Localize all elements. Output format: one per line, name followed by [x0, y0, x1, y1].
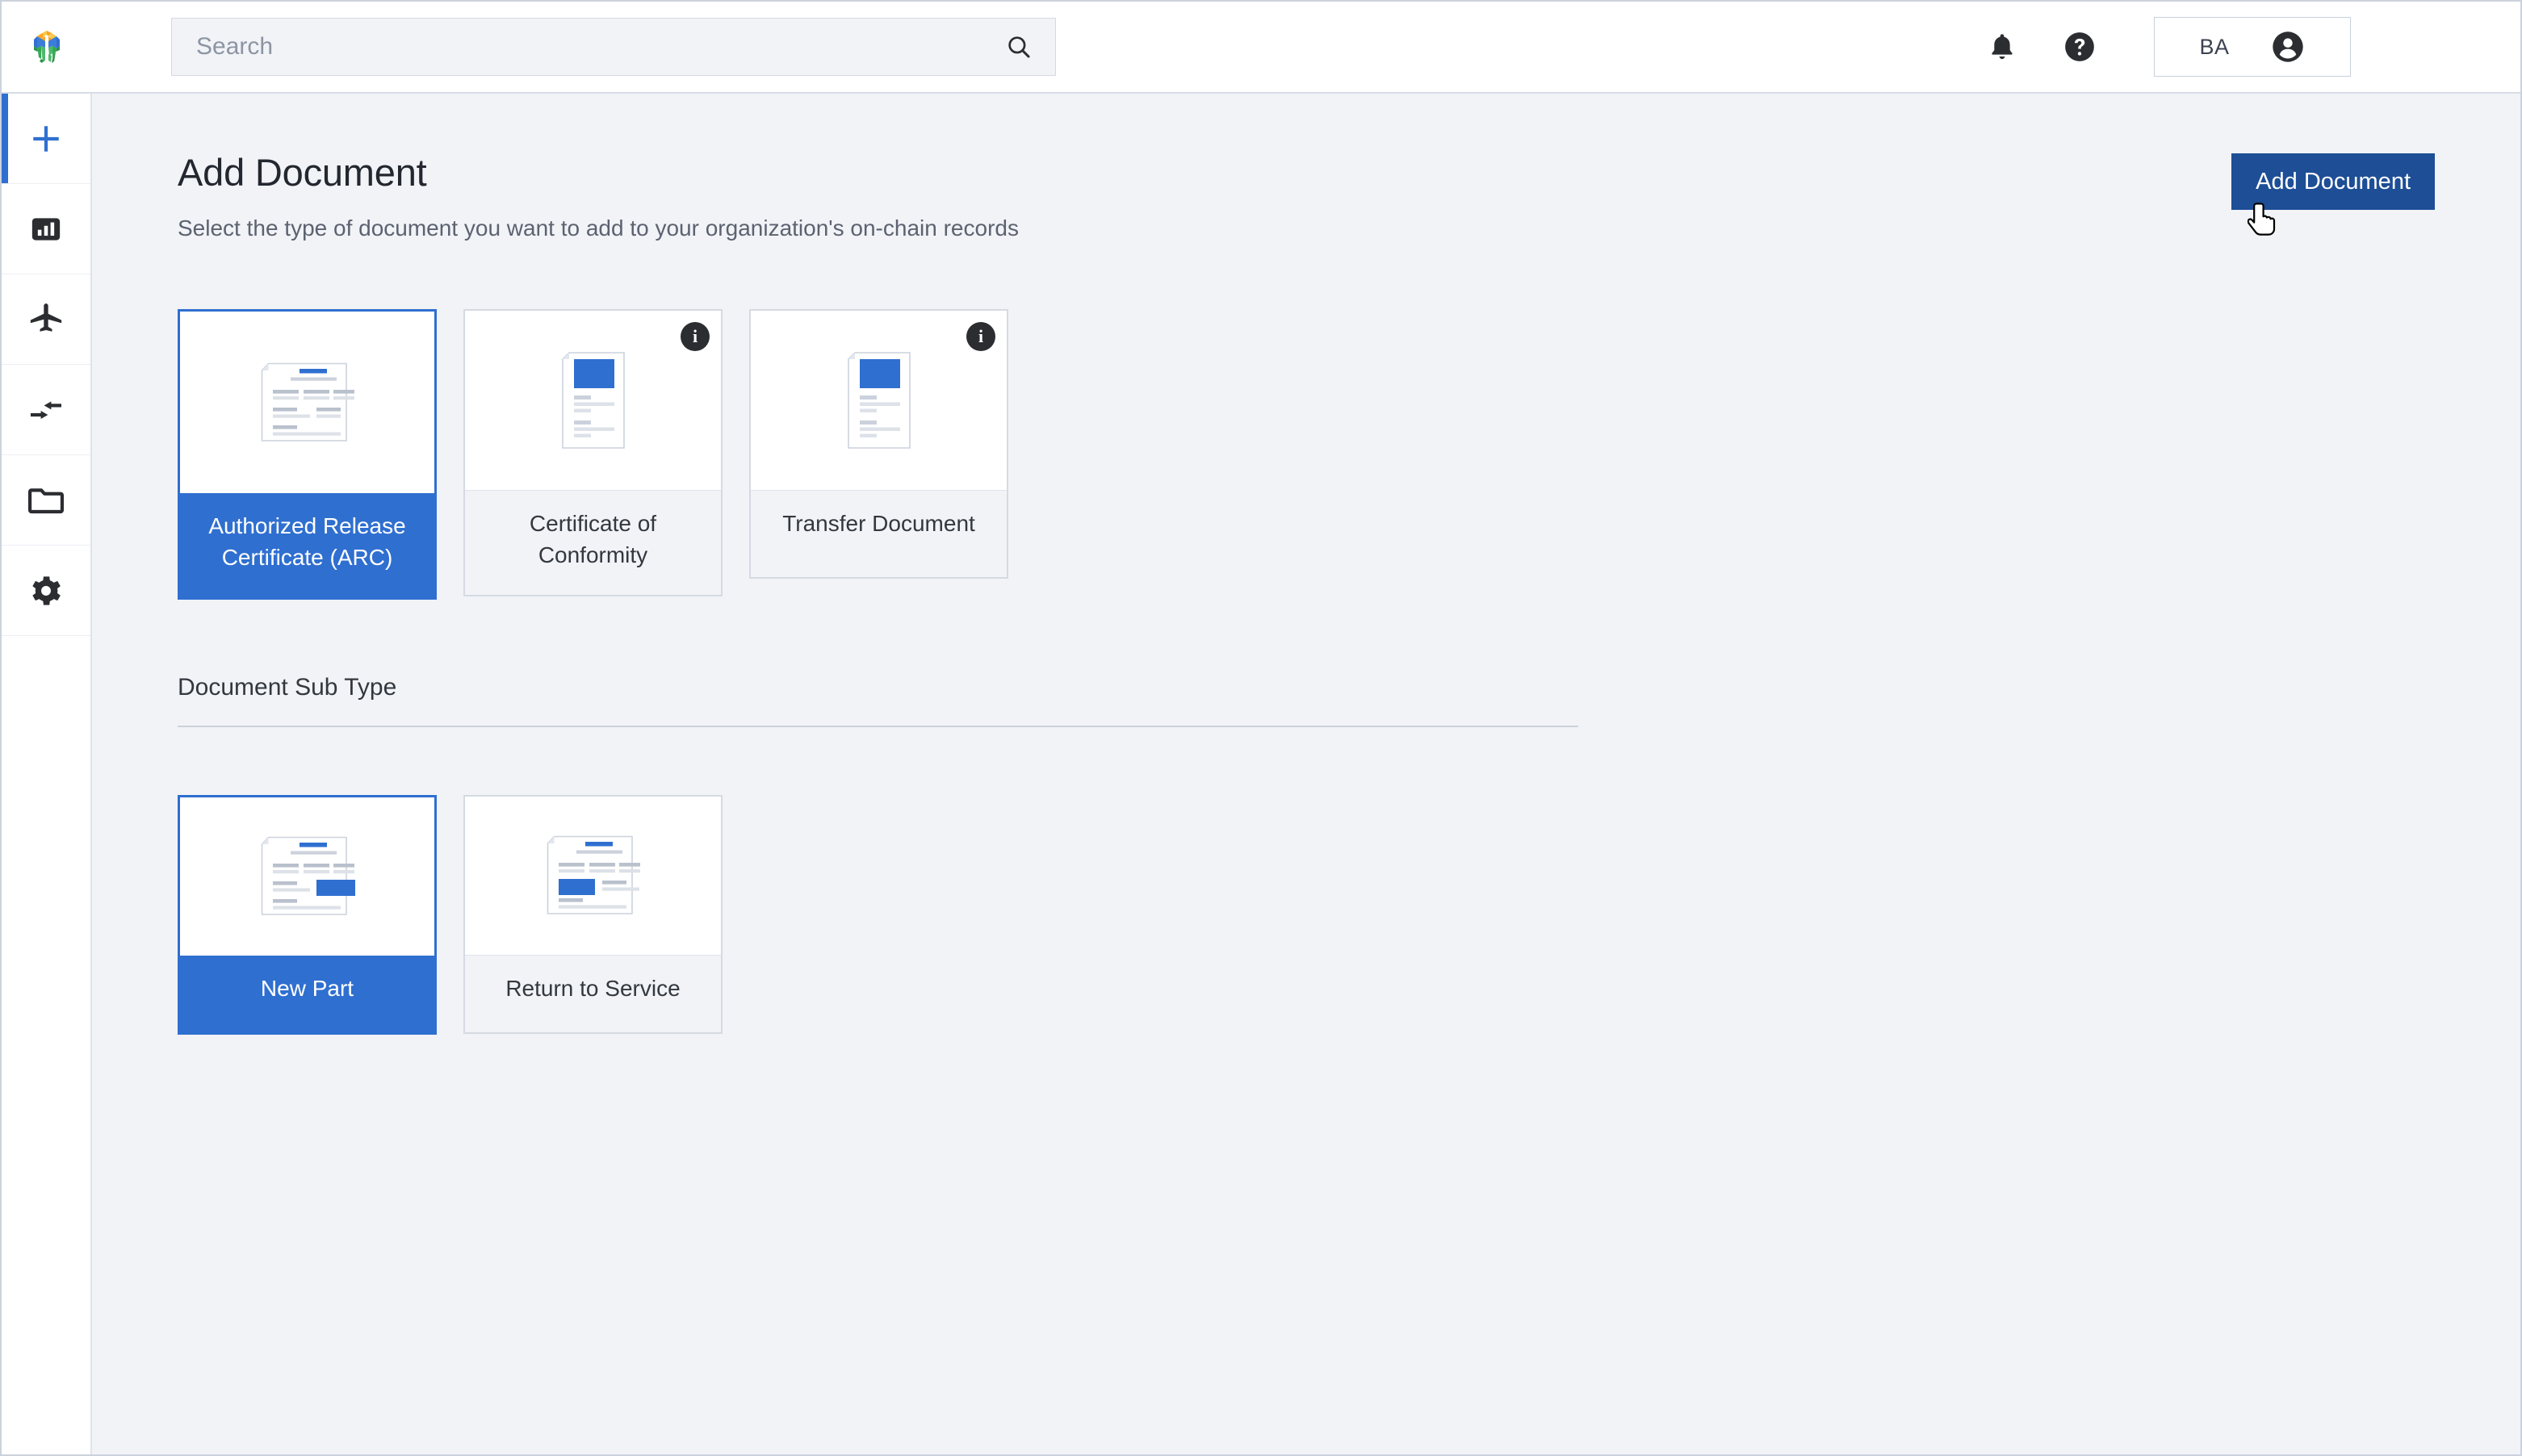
document-landscape-left-block-icon: [547, 835, 640, 915]
card-thumbnail: i: [465, 311, 721, 490]
sidebar-item-settings[interactable]: [2, 546, 90, 636]
main-content: Add Document Select the type of document…: [92, 94, 2520, 1454]
document-type-card[interactable]: Authorized Release Certificate (ARC): [178, 309, 437, 600]
sidebar-item-dashboard[interactable]: [2, 184, 90, 274]
sidebar: [2, 94, 92, 1454]
card-label: Return to Service: [465, 955, 721, 1032]
document-type-card-row: Authorized Release Certificate (ARC) i C…: [178, 309, 2435, 600]
info-badge-icon[interactable]: i: [681, 322, 710, 351]
account-initials: BA: [2199, 34, 2230, 59]
page-title: Add Document: [178, 151, 427, 194]
card-thumbnail: [180, 797, 434, 956]
document-portrait-icon: [847, 352, 911, 449]
document-type-card[interactable]: i: [463, 309, 723, 597]
body: Add Document Select the type of document…: [2, 94, 2520, 1454]
help-button[interactable]: [2041, 8, 2118, 86]
brand-logo[interactable]: [2, 28, 92, 65]
top-bar-actions: BA: [1963, 8, 2520, 86]
add-document-button[interactable]: Add Document: [2231, 153, 2435, 210]
sidebar-item-documents[interactable]: [2, 455, 90, 546]
page-subtitle: Select the type of document you want to …: [178, 215, 1019, 241]
bar-chart-icon: [31, 217, 61, 241]
card-thumbnail: i: [751, 311, 1007, 490]
bell-icon: [1992, 34, 2013, 60]
document-subtype-card[interactable]: Return to Service: [463, 795, 723, 1034]
plus-icon: [33, 125, 59, 152]
notifications-button[interactable]: [1963, 8, 2041, 86]
document-subtype-card-row: New Part Return to Service: [178, 795, 2435, 1035]
content-wrapper: Add Document Select the type of document…: [92, 150, 2520, 1035]
page-header: Add Document Select the type of document…: [178, 150, 2435, 241]
account-circle-icon: [2272, 31, 2303, 62]
document-landscape-icon: [261, 362, 354, 441]
account-menu[interactable]: BA: [2154, 17, 2351, 77]
brand-hexagon-logo: [34, 31, 60, 63]
document-subtype-card[interactable]: New Part: [178, 795, 437, 1035]
document-landscape-right-block-icon: [261, 836, 355, 916]
document-subtype-section-title: Document Sub Type: [178, 674, 397, 701]
card-label: New Part: [180, 956, 434, 1032]
document-type-card[interactable]: i: [749, 309, 1008, 579]
help-circle-icon: [2065, 32, 2094, 61]
card-label: Transfer Document: [751, 490, 1007, 577]
folder-icon: [27, 487, 65, 513]
card-thumbnail: [180, 312, 434, 493]
top-bar: BA: [2, 2, 2520, 94]
search-icon[interactable]: [1005, 33, 1033, 61]
sidebar-item-add[interactable]: [2, 94, 90, 184]
search-input[interactable]: [196, 33, 1005, 61]
airplane-icon: [30, 303, 62, 332]
gear-icon: [32, 575, 61, 605]
card-label: Authorized Release Certificate (ARC): [180, 493, 434, 598]
document-portrait-icon: [561, 352, 625, 449]
info-badge-icon[interactable]: i: [966, 322, 995, 351]
card-thumbnail: [465, 797, 721, 956]
sidebar-item-aircraft[interactable]: [2, 274, 90, 365]
transfer-arrows-icon: [31, 400, 61, 419]
sidebar-item-transfers[interactable]: [2, 365, 90, 455]
search-bar[interactable]: [171, 18, 1056, 76]
app-window: BA: [0, 0, 2522, 1456]
page-header-text: Add Document Select the type of document…: [178, 150, 1019, 241]
section-divider: [178, 726, 1578, 728]
card-label: Certificate of Conformity: [465, 490, 721, 596]
